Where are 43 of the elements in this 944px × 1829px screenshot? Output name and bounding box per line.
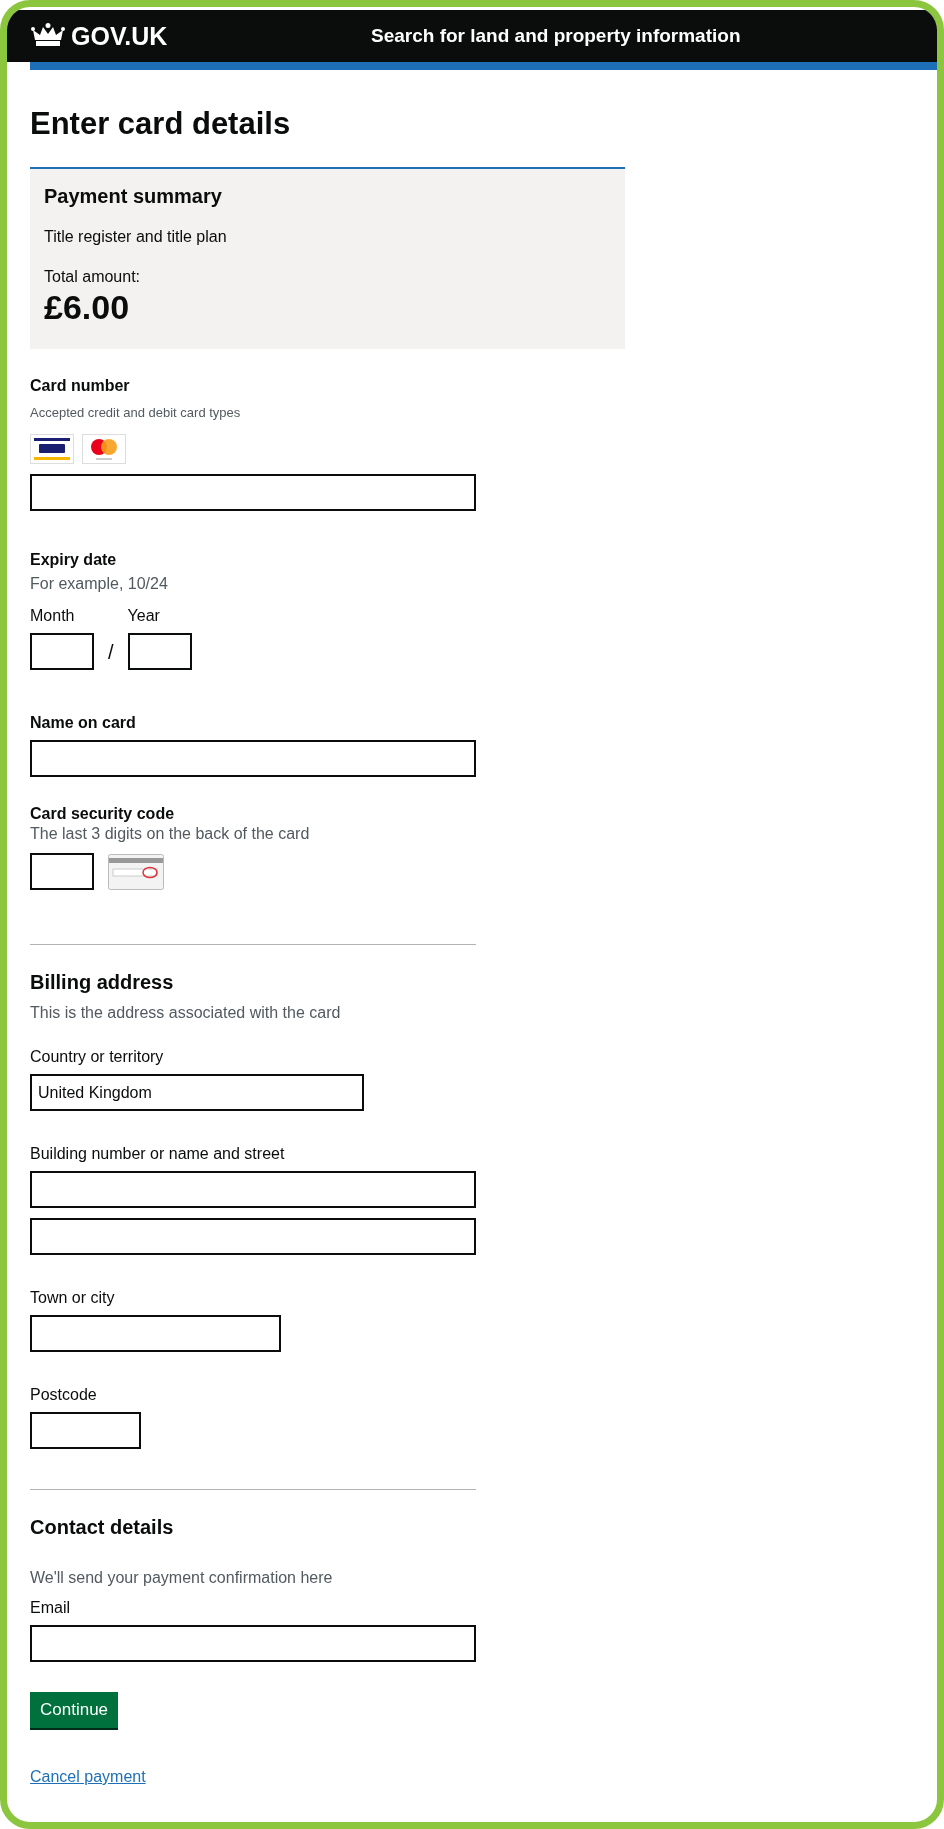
card-number-input[interactable] xyxy=(30,474,476,511)
field-hint: For example, 10/24 xyxy=(30,575,169,593)
month-input[interactable] xyxy=(30,633,94,670)
field-label: Year xyxy=(127,607,161,625)
field-label: Building number or name and street xyxy=(30,1145,286,1163)
town-input[interactable] xyxy=(30,1315,281,1352)
total-amount: £6.00 xyxy=(44,288,131,327)
field-label: Name on card xyxy=(30,714,137,732)
field-label: Card security code xyxy=(30,805,176,823)
logo-text[interactable]: GOV.UK xyxy=(71,21,168,51)
field-hint: Accepted credit and debit card types xyxy=(30,405,242,420)
summary-heading: Payment summary xyxy=(44,185,223,208)
country-input[interactable]: United Kingdom xyxy=(30,1074,364,1111)
name-input[interactable] xyxy=(30,740,476,777)
field-label: Country or territory xyxy=(30,1048,165,1066)
field-hint: The last 3 digits on the back of the card xyxy=(30,825,311,843)
card-logo-icon xyxy=(30,434,74,464)
cancel-link[interactable]: Cancel payment xyxy=(30,1768,146,1786)
field-label: Postcode xyxy=(30,1386,98,1404)
total-label: Total amount: xyxy=(44,268,142,286)
card-back-icon xyxy=(108,853,164,890)
address-input[interactable] xyxy=(30,1171,476,1208)
page-title: Enter card details xyxy=(30,106,292,142)
crown-icon xyxy=(31,23,65,49)
card-logo-icon xyxy=(82,434,126,464)
year-input[interactable] xyxy=(127,633,192,670)
field-label: Month xyxy=(30,607,76,625)
summary-description: Title register and title plan xyxy=(44,228,228,246)
address-input[interactable] xyxy=(30,1218,476,1255)
service-name[interactable]: Search for land and property information xyxy=(371,25,741,47)
field-label: Card number xyxy=(30,377,131,395)
date-separator: / xyxy=(108,641,114,664)
continue-button[interactable]: Continue xyxy=(30,1692,119,1728)
postcode-input[interactable] xyxy=(30,1412,141,1449)
security-code-input[interactable] xyxy=(30,853,94,890)
section-hint: This is the address associated with the card xyxy=(30,1004,342,1022)
field-label: Email xyxy=(30,1599,71,1617)
section-hint: We'll send your payment confirmation here xyxy=(30,1569,334,1587)
field-label: Town or city xyxy=(30,1289,116,1307)
field-label: Expiry date xyxy=(30,551,118,569)
email-input[interactable] xyxy=(30,1625,476,1662)
section-heading: Contact details xyxy=(30,1516,175,1539)
section-heading: Billing address xyxy=(30,971,175,994)
